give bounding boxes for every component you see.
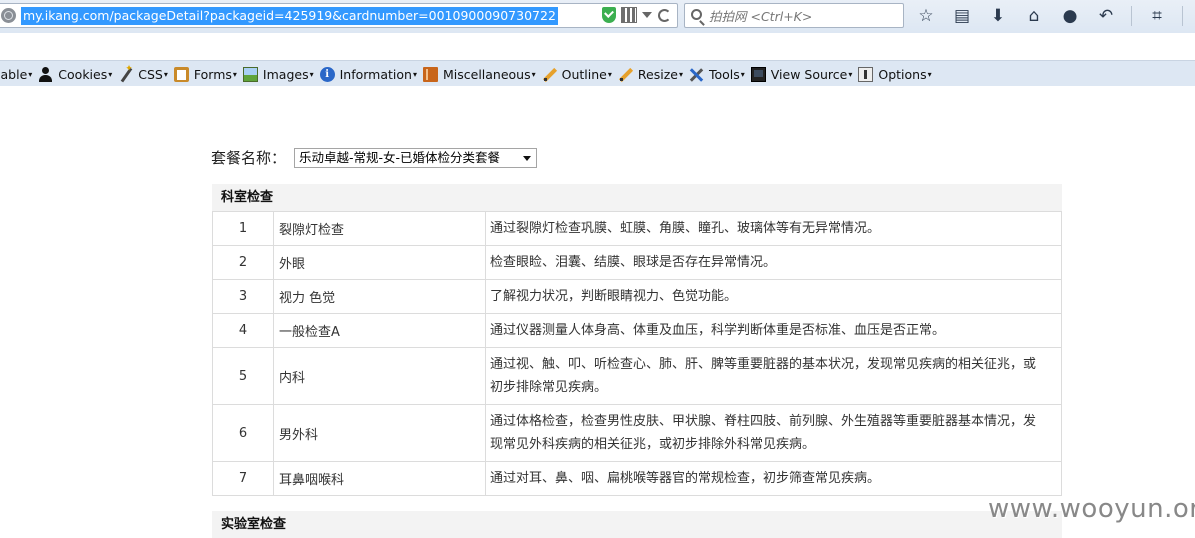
dev-menu-outline[interactable]: Outline ▾: [542, 64, 612, 84]
item-description: 通过仪器测量人体身高、体重及血压，科学判断体重是否标准、血压是否正常。: [485, 313, 1062, 348]
item-description: 了解视力状况，判断眼睛视力、色觉功能。: [485, 279, 1062, 314]
table-row: 5 内科 通过视、触、叩、听检查心、肺、肝、脾等重要脏器的基本状况，发现常见疾病…: [212, 347, 1062, 405]
item-description: 通过裂隙灯检查巩膜、虹膜、角膜、瞳孔、玻璃体等有无异常情况。: [485, 211, 1062, 246]
image-icon: [242, 66, 258, 82]
search-icon: [691, 9, 702, 20]
url-text[interactable]: my.ikang.com/packageDetail?packageid=425…: [21, 7, 558, 25]
watermark-text: www.wooyun.org: [988, 494, 1195, 524]
search-bar[interactable]: [684, 3, 904, 28]
clipboard-icon: [173, 66, 189, 82]
item-description: 通过视、触、叩、听检查心、肺、肝、脾等重要脏器的基本状况，发现常见疾病的相关征兆…: [485, 347, 1062, 405]
package-selector-row: 套餐名称： 乐动卓越-常规-女-已婚体检分类套餐: [211, 147, 538, 168]
wand-icon: [118, 64, 133, 82]
item-description: 通过对耳、鼻、咽、扁桃喉等器官的常规检查，初步筛查常见疾病。: [485, 461, 1062, 496]
table-row: 6 男外科 通过体格检查，检查男性皮肤、甲状腺、脊柱四肢、前列腺、外生殖器等重要…: [212, 404, 1062, 462]
dev-menu-css[interactable]: CSS▾: [118, 64, 168, 84]
reload-icon[interactable]: [658, 8, 671, 22]
pencil-icon: [618, 67, 633, 82]
info-icon: i: [319, 66, 335, 82]
table-row: 3 视力 色觉 了解视力状况，判断眼睛视力、色觉功能。: [212, 279, 1062, 314]
table-row: 7 耳鼻咽喉科 通过对耳、鼻、咽、扁桃喉等器官的常规检查，初步筛查常见疾病。: [212, 461, 1062, 496]
bookmark-star-icon[interactable]: ☆: [915, 5, 937, 27]
pencil-icon: [542, 67, 557, 82]
dev-menu-forms[interactable]: Forms ▾: [173, 64, 237, 84]
section-header-department-exams: 科室检查: [212, 184, 1062, 212]
undo-icon[interactable]: ↶: [1095, 5, 1117, 27]
item-name: 内科: [273, 347, 486, 405]
item-number: 6: [212, 404, 274, 462]
web-developer-toolbar: sable▾ Cookies▾ CSS▾ Forms▾ Images▾ iInf…: [0, 60, 1195, 86]
item-name: 裂隙灯检查: [273, 211, 486, 246]
screen-icon: [750, 66, 766, 82]
package-select-value: 乐动卓越-常规-女-已婚体检分类套餐: [299, 149, 501, 165]
package-label: 套餐名称：: [211, 149, 287, 167]
item-number: 3: [212, 279, 274, 314]
table-row: 4 一般检查A 通过仪器测量人体身高、体重及血压，科学判断体重是否标准、血压是否…: [212, 313, 1062, 348]
item-number: 1: [212, 211, 274, 246]
download-icon[interactable]: ⬇: [987, 5, 1009, 27]
globe-icon: [1, 8, 16, 23]
dev-menu-cookies[interactable]: Cookies ▾: [38, 64, 112, 84]
chat-icon[interactable]: ●: [1059, 5, 1081, 27]
browser-nav-bar: my.ikang.com/packageDetail?packageid=425…: [0, 0, 1195, 33]
shield-icon[interactable]: [602, 7, 616, 23]
dev-menu-disable[interactable]: sable▾: [0, 64, 32, 84]
item-number: 4: [212, 313, 274, 348]
dev-menu-resize[interactable]: Resize ▾: [618, 64, 683, 84]
chevron-down-icon: [523, 155, 532, 161]
item-name: 外眼: [273, 245, 486, 280]
section-header-lab-exams: 实验室检查: [212, 511, 1062, 538]
item-description: 检查眼睑、泪囊、结膜、眼球是否存在异常情况。: [485, 245, 1062, 280]
table-row: 1 裂隙灯检查 通过裂隙灯检查巩膜、虹膜、角膜、瞳孔、玻璃体等有无异常情况。: [212, 211, 1062, 246]
item-name: 一般检查A: [273, 313, 486, 348]
item-name: 视力 色觉: [273, 279, 486, 314]
table-row: 2 外眼 检查眼睑、泪囊、结膜、眼球是否存在异常情况。: [212, 245, 1062, 280]
item-name: 男外科: [273, 404, 486, 462]
package-select[interactable]: 乐动卓越-常规-女-已婚体检分类套餐: [294, 147, 538, 168]
item-description: 通过体格检查，检查男性皮肤、甲状腺、脊柱四肢、前列腺、外生殖器等重要脏器基本情况…: [485, 404, 1062, 462]
item-name: 耳鼻咽喉科: [273, 461, 486, 496]
url-bar[interactable]: my.ikang.com/packageDetail?packageid=425…: [0, 3, 678, 28]
dev-menu-information[interactable]: i Information ▾: [319, 64, 417, 84]
toolbar-separator: [1182, 6, 1183, 26]
toolbar-separator: [1131, 6, 1132, 26]
qr-code-icon[interactable]: [621, 7, 637, 23]
options-icon: [858, 66, 874, 82]
search-input[interactable]: [709, 7, 899, 25]
dev-menu-images[interactable]: Images ▾: [242, 64, 314, 84]
item-number: 5: [212, 347, 274, 405]
item-number: 2: [212, 245, 274, 280]
dev-menu-view-source[interactable]: View Source ▾: [750, 64, 852, 84]
tools-icon: [689, 67, 704, 82]
crop-icon[interactable]: ⌗: [1146, 5, 1168, 27]
home-icon[interactable]: ⌂: [1023, 5, 1045, 27]
dropdown-arrow-icon[interactable]: [642, 12, 652, 18]
book-icon: [422, 66, 438, 82]
dev-menu-miscellaneous[interactable]: Miscellaneous ▾: [422, 64, 536, 84]
item-number: 7: [212, 461, 274, 496]
exam-items-table: 1 裂隙灯检查 通过裂隙灯检查巩膜、虹膜、角膜、瞳孔、玻璃体等有无异常情况。 2…: [212, 211, 1062, 496]
bookmarks-list-icon[interactable]: ▤: [951, 5, 973, 27]
dev-menu-tools[interactable]: Tools ▾: [689, 64, 745, 84]
dev-menu-options[interactable]: Options ▾: [858, 64, 932, 84]
person-icon: [38, 66, 53, 82]
